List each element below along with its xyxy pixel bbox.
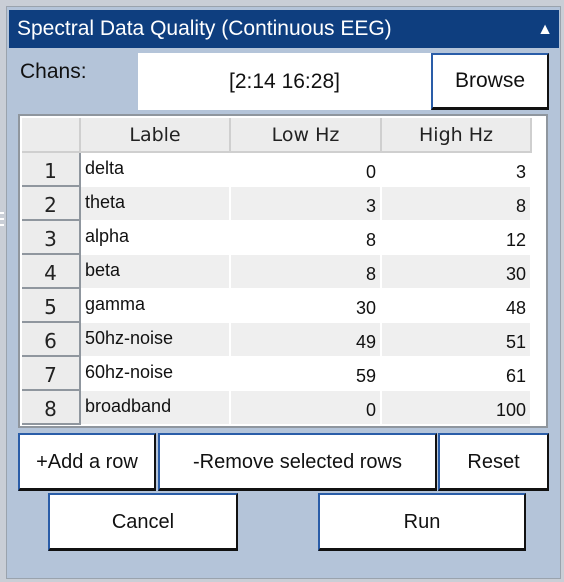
remove-rows-button[interactable]: -Remove selected rows [158,433,437,491]
cell-low-hz[interactable]: 49 [230,322,382,357]
row-number[interactable]: 4 [22,254,81,289]
cell-label[interactable]: 60hz-noise [80,356,231,391]
cell-low-hz[interactable]: 8 [230,220,382,255]
row-number[interactable]: 1 [22,152,81,187]
header-label[interactable]: Lable [80,118,231,153]
cell-high-hz[interactable]: 61 [381,356,532,391]
table-header-row: Lable Low Hz High Hz [22,118,532,153]
cell-label[interactable]: gamma [80,288,231,323]
cell-low-hz[interactable]: 0 [230,152,382,187]
window-title: Spectral Data Quality (Continuous EEG) [17,17,392,40]
table-row[interactable]: 5 gamma 30 48 [22,288,532,323]
reset-button[interactable]: Reset [438,433,549,491]
cell-high-hz[interactable]: 30 [381,254,532,289]
row-number[interactable]: 8 [22,390,81,425]
table-row[interactable]: 1 delta 0 3 [22,152,532,187]
header-high-hz[interactable]: High Hz [381,118,532,153]
cell-label[interactable]: beta [80,254,231,289]
cell-high-hz[interactable]: 3 [381,152,532,187]
collapse-icon[interactable]: ▲ [537,10,553,50]
bands-table: Lable Low Hz High Hz 1 delta 0 3 2 theta 3 8 3 al… [18,114,548,428]
cell-label[interactable]: 50hz-noise [80,322,231,357]
table-row[interactable]: 6 50hz-noise 49 51 [22,322,532,357]
cell-low-hz[interactable]: 3 [230,186,382,221]
cell-label[interactable]: delta [80,152,231,187]
row-number[interactable]: 7 [22,356,81,391]
row-number[interactable]: 6 [22,322,81,357]
table-row[interactable]: 3 alpha 8 12 [22,220,532,255]
cell-high-hz[interactable]: 8 [381,186,532,221]
header-low-hz[interactable]: Low Hz [230,118,382,153]
row-number[interactable]: 5 [22,288,81,323]
cell-low-hz[interactable]: 30 [230,288,382,323]
cell-high-hz[interactable]: 48 [381,288,532,323]
header-corner [22,118,81,153]
cell-high-hz[interactable]: 100 [381,390,532,425]
row-number[interactable]: 3 [22,220,81,255]
cell-label[interactable]: alpha [80,220,231,255]
cell-high-hz[interactable]: 51 [381,322,532,357]
table-row[interactable]: 8 broadband 0 100 [22,390,532,425]
cell-low-hz[interactable]: 0 [230,390,382,425]
cell-label[interactable]: broadband [80,390,231,425]
run-button[interactable]: Run [318,493,526,551]
cell-high-hz[interactable]: 12 [381,220,532,255]
row-number[interactable]: 2 [22,186,81,221]
browse-button[interactable]: Browse [431,53,549,110]
cell-label[interactable]: theta [80,186,231,221]
resize-grip[interactable] [0,212,4,232]
cell-low-hz[interactable]: 8 [230,254,382,289]
title-bar: Spectral Data Quality (Continuous EEG) ▲ [9,10,559,48]
cell-low-hz[interactable]: 59 [230,356,382,391]
chans-input[interactable]: [2:14 16:28] [138,53,431,110]
add-row-button[interactable]: +Add a row [18,433,156,491]
chans-label: Chans: [20,60,87,83]
table-row[interactable]: 7 60hz-noise 59 61 [22,356,532,391]
table-row[interactable]: 4 beta 8 30 [22,254,532,289]
table-row[interactable]: 2 theta 3 8 [22,186,532,221]
cancel-button[interactable]: Cancel [48,493,238,551]
